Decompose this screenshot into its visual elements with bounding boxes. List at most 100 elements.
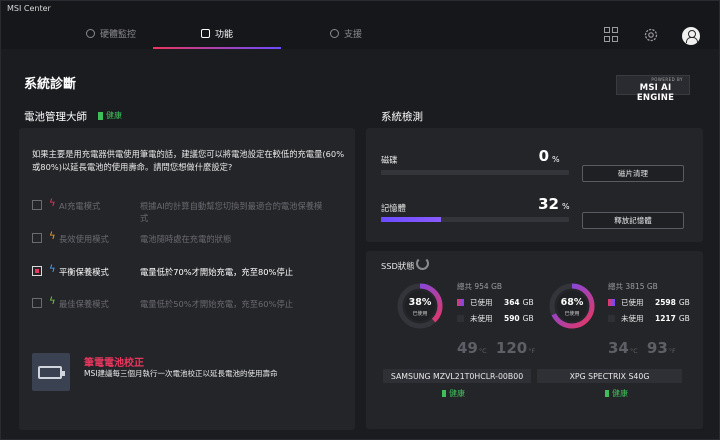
mode-name: AI充電模式 (59, 201, 101, 211)
disk-unit: % (552, 155, 560, 164)
system-section-title: 系統檢測 (381, 111, 423, 123)
calibration-description: MSI建議每三個月執行一次電池校正以延長電池的使用壽命 (84, 369, 278, 378)
memory-usage-fill (381, 217, 442, 222)
mode-best-care[interactable]: ϟ 最佳保養模式 電量低於50%才開始充電，充至60%停止 (32, 295, 342, 321)
usage-caption: 已使用 (564, 311, 580, 317)
temp-fahrenheit: 120 (495, 339, 528, 357)
used-swatch (457, 299, 464, 306)
used-value: 2598 (655, 298, 676, 307)
total-label: 總共 (457, 282, 472, 291)
features-icon (200, 28, 210, 38)
memory-unit: % (562, 202, 570, 211)
free-swatch (457, 315, 464, 322)
memory-label: 記憶體 (381, 203, 406, 213)
free-label: 未使用 (621, 314, 644, 323)
battery-icon (98, 111, 103, 120)
ssd-title: SSD狀態 (381, 261, 415, 271)
fahrenheit-unit: °F (528, 347, 536, 355)
temp-fahrenheit: 93 (646, 339, 668, 357)
mode-description: 電量低於50%才開始充電，充至60%停止 (140, 299, 294, 309)
health-icon (605, 390, 609, 397)
active-tab-indicator (153, 47, 281, 49)
free-value: 1217 (655, 314, 676, 323)
mode-checkbox[interactable] (32, 298, 42, 308)
tab-support[interactable]: 支援 (281, 17, 411, 49)
ssd-health: 健康 (442, 388, 465, 399)
lightning-icon: ϟ (49, 198, 56, 209)
free-unit: GB (522, 314, 534, 323)
mode-checkbox[interactable] (32, 200, 42, 210)
mode-ai-charge[interactable]: ϟ AI充電模式 根據AI的計算自動幫您切換到最適合的電池保養模式 (32, 197, 342, 223)
app-window: MSI Center 硬體監控 功能 支援 系統診斷 POWERED BY MS… (0, 0, 720, 440)
mode-description: 電量低於70%才開始充電，充至80%停止 (140, 267, 294, 277)
gear-icon[interactable] (643, 27, 659, 43)
free-unit: GB (678, 314, 690, 323)
ssd-used-row: 已使用 364 GB (457, 297, 534, 308)
mode-name: 長效使用模式 (59, 234, 109, 244)
battery-charge-icon (38, 366, 65, 379)
tab-label: 硬體監控 (99, 29, 136, 40)
mode-balanced[interactable]: ϟ 平衡保養模式 電量低於70%才開始充電，充至80%停止 (32, 263, 342, 289)
usage-percent: 68% (560, 297, 584, 308)
mode-checkbox[interactable] (32, 266, 42, 276)
msi-ai-engine-logo: POWERED BY MSI AI ENGINE (616, 75, 690, 103)
support-icon (329, 28, 339, 38)
used-value: 364 (504, 298, 520, 307)
fahrenheit-unit: °F (668, 347, 676, 355)
page-title: 系統診斷 (24, 77, 77, 92)
lightning-icon: ϟ (49, 231, 56, 242)
total-label: 總共 (608, 282, 623, 291)
refresh-icon[interactable] (416, 257, 429, 270)
ssd-drive-name: XPG SPECTRIX S40G (537, 369, 682, 383)
ssd-temperature: 49°C 120°F (457, 339, 535, 357)
celsius-unit: °C (478, 347, 487, 355)
title-bar: MSI Center (1, 1, 719, 17)
battery-section-title: 電池管理大師 (24, 111, 87, 123)
ssd-free-row: 未使用 590 GB (457, 313, 534, 324)
ssd-temperature: 34°C 93°F (608, 339, 676, 357)
free-label: 未使用 (470, 314, 493, 323)
mode-description: 電池隨時處在充電的狀態 (140, 234, 232, 244)
mode-description: 根據AI的計算自動幫您切換到最適合的電池保養模式 (140, 201, 323, 223)
total-value: 3815 GB (625, 282, 658, 291)
mode-name: 最佳保養模式 (59, 299, 109, 309)
ssd-drive-name: SAMSUNG MZVL21T0HCLR-00B00 (383, 369, 531, 383)
ai-engine-name: MSI AI ENGINE (636, 83, 675, 103)
ssd-free-row: 未使用 1217 GB (608, 313, 690, 324)
health-label: 健康 (612, 389, 628, 398)
ssd-usage-ring: 68% 已使用 (547, 281, 597, 331)
temp-celsius: 49 (457, 339, 478, 357)
window-title: MSI Center (7, 4, 51, 13)
ssd-usage-ring: 38% 已使用 (395, 281, 445, 331)
used-label: 已使用 (621, 298, 644, 307)
tab-features[interactable]: 功能 (152, 17, 282, 49)
disk-label: 磁碟 (381, 155, 398, 165)
used-unit: GB (522, 298, 534, 307)
apps-grid-icon[interactable] (604, 27, 620, 43)
lightning-icon: ϟ (49, 264, 56, 275)
battery-description: 如果主要是用充電器供電使用筆電的話，建議您可以將電池設定在較低的充電量(60%或… (32, 149, 345, 172)
used-swatch (608, 299, 615, 306)
disk-cleanup-button[interactable]: 磁片清理 (582, 165, 684, 182)
disk-usage-bar (381, 170, 569, 175)
used-label: 已使用 (470, 298, 493, 307)
battery-calibration-button[interactable] (32, 353, 70, 391)
mode-checkbox[interactable] (32, 233, 42, 243)
ssd-used-row: 已使用 2598 GB (608, 297, 690, 308)
ssd-health: 健康 (605, 388, 628, 399)
total-value: 954 GB (474, 282, 503, 291)
lightning-icon: ϟ (49, 296, 56, 307)
user-avatar[interactable] (682, 27, 700, 45)
health-label: 健康 (449, 389, 465, 398)
health-icon (442, 390, 446, 397)
free-memory-button[interactable]: 釋放記憶體 (582, 212, 684, 229)
memory-value: 32 (538, 195, 559, 213)
monitor-icon (85, 28, 95, 38)
mode-name: 平衡保養模式 (59, 267, 109, 277)
disk-value: 0 (538, 147, 549, 165)
celsius-unit: °C (629, 347, 638, 355)
mode-long-use[interactable]: ϟ 長效使用模式 電池隨時處在充電的狀態 (32, 230, 342, 256)
memory-usage-bar (381, 217, 569, 222)
battery-health-status: 健康 (98, 110, 122, 121)
calibration-title: 筆電電池校正 (84, 358, 144, 369)
